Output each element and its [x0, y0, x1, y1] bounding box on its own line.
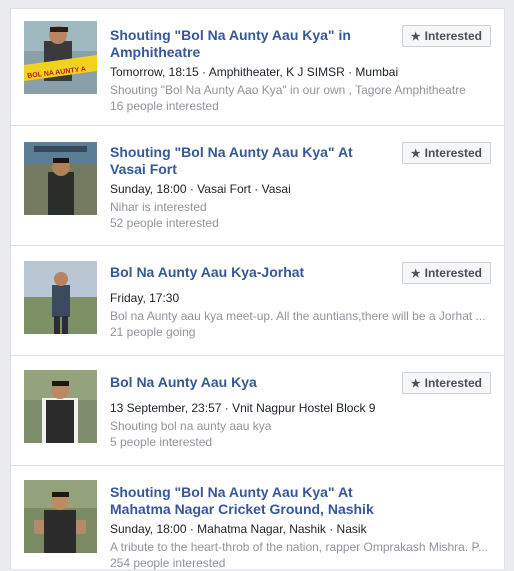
- event-description: Bol na Aunty aau kya meet-up. All the au…: [110, 309, 486, 323]
- event-description: Shouting "Bol Na Aunty Aao Kya" in our o…: [110, 83, 466, 97]
- event-card: BOL NA AUNTY A Shouting "Bol Na Aunty Aa…: [10, 8, 505, 125]
- event-thumbnail[interactable]: [24, 142, 97, 215]
- interested-button[interactable]: ★ Interested: [401, 142, 491, 164]
- event-count: 21 people going: [110, 325, 196, 339]
- event-thumbnail[interactable]: [24, 480, 97, 553]
- event-thumbnail[interactable]: BOL NA AUNTY A: [24, 21, 97, 94]
- interested-button[interactable]: ★ Interested: [401, 25, 491, 47]
- event-meta: Tomorrow, 18:15 · Amphitheater, K J SIMS…: [110, 65, 399, 79]
- event-thumbnail[interactable]: [24, 370, 97, 443]
- event-title[interactable]: Bol Na Aunty Aau Kya: [110, 374, 370, 391]
- event-count: 16 people interested: [110, 99, 219, 113]
- star-icon: ★: [410, 30, 421, 43]
- event-description: A tribute to the heart-throb of the nati…: [110, 540, 488, 554]
- event-card: Shouting "Bol Na Aunty Aau Kya" At Mahat…: [10, 465, 505, 570]
- event-thumbnail[interactable]: [24, 261, 97, 334]
- interested-label: Interested: [424, 29, 482, 43]
- event-description: Shouting bol na aunty aau kya: [110, 419, 272, 433]
- event-count: 52 people interested: [110, 216, 219, 230]
- star-icon: ★: [410, 147, 421, 160]
- event-meta: Friday, 17:30: [110, 291, 180, 305]
- interested-button[interactable]: ★ Interested: [401, 262, 491, 284]
- star-icon: ★: [410, 377, 421, 390]
- interested-label: Interested: [424, 146, 482, 160]
- event-meta: 13 September, 23:57 · Vnit Nagpur Hostel…: [110, 401, 376, 415]
- event-card: Bol Na Aunty Aau Kya 13 September, 23:57…: [10, 355, 505, 465]
- event-card: Bol Na Aunty Aau Kya-Jorhat Friday, 17:3…: [10, 245, 505, 355]
- event-title[interactable]: Shouting "Bol Na Aunty Aau Kya" At Mahat…: [110, 484, 410, 518]
- event-title[interactable]: Shouting "Bol Na Aunty Aau Kya" in Amphi…: [110, 27, 370, 61]
- event-count: 5 people interested: [110, 435, 213, 449]
- event-description: Nihar is interested: [110, 200, 207, 214]
- event-meta: Sunday, 18:00 · Mahatma Nagar, Nashik · …: [110, 522, 367, 536]
- event-title[interactable]: Shouting "Bol Na Aunty Aau Kya" At Vasai…: [110, 144, 370, 178]
- interested-label: Interested: [424, 376, 482, 390]
- interested-button[interactable]: ★ Interested: [401, 372, 491, 394]
- event-title[interactable]: Bol Na Aunty Aau Kya-Jorhat: [110, 264, 370, 281]
- event-meta: Sunday, 18:00 · Vasai Fort · Vasai: [110, 182, 291, 196]
- event-card: Shouting "Bol Na Aunty Aau Kya" At Vasai…: [10, 125, 505, 245]
- star-icon: ★: [410, 267, 421, 280]
- interested-label: Interested: [424, 266, 482, 280]
